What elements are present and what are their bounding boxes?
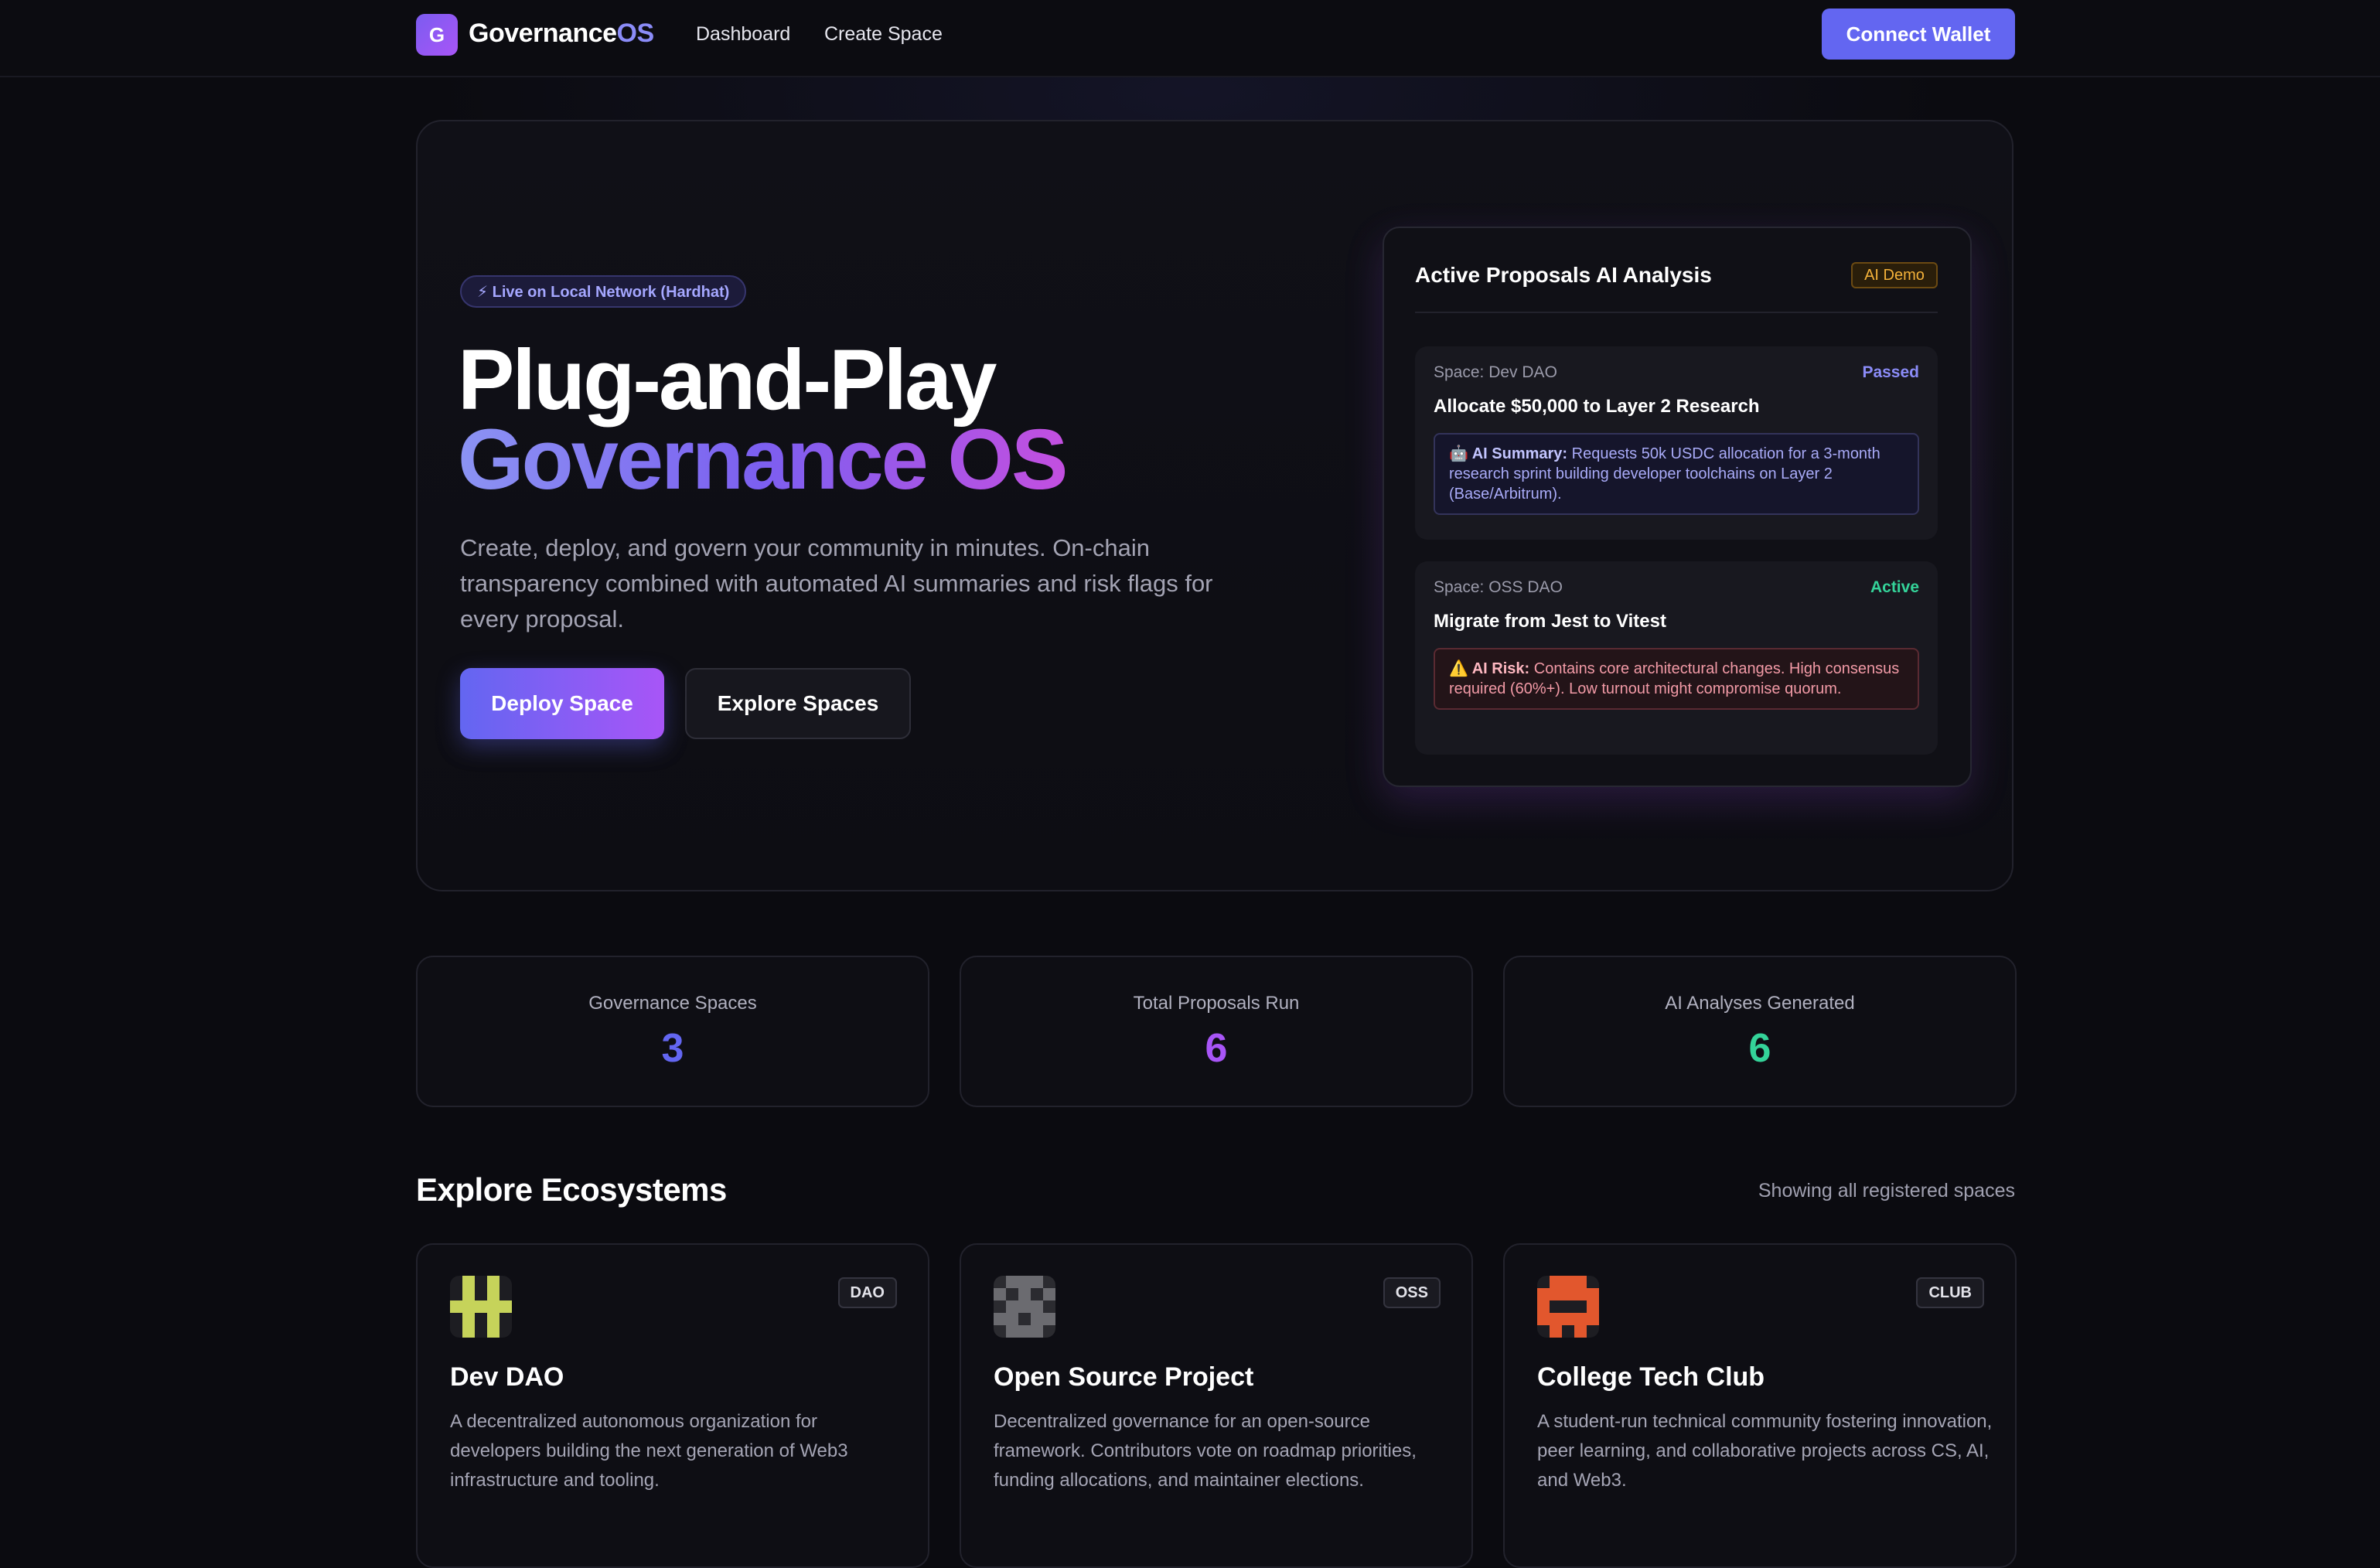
ai-risk-label: ⚠️ AI Risk:: [1449, 660, 1530, 677]
proposal-title: Migrate from Jest to Vitest: [1434, 611, 1666, 632]
space-name: College Tech Club: [1537, 1362, 1765, 1392]
ai-panel-title: Active Proposals AI Analysis: [1415, 263, 1712, 287]
connect-wallet-button[interactable]: Connect Wallet: [1822, 9, 2015, 60]
hero-title-line2: Governance OS: [458, 412, 1068, 507]
section-title: Explore Ecosystems: [416, 1171, 727, 1208]
nav-link-create-space[interactable]: Create Space: [824, 22, 943, 46]
proposal-space: Space: OSS DAO: [1434, 578, 1563, 596]
space-name: Dev DAO: [450, 1362, 564, 1392]
space-card-open-source[interactable]: OSS Open Source Project Decentralized go…: [960, 1243, 1473, 1568]
stat-label: Governance Spaces: [588, 993, 757, 1014]
proposal-card[interactable]: Space: OSS DAO Active Migrate from Jest …: [1415, 561, 1938, 755]
space-card-college-tech-club[interactable]: CLUB College Tech Club A student-run tec…: [1503, 1243, 2017, 1568]
ai-risk-box: ⚠️ AI Risk: Contains core architectural …: [1434, 648, 1919, 710]
space-description: A decentralized autonomous organization …: [450, 1411, 848, 1491]
stat-card-total-proposals: Total Proposals Run 6: [960, 956, 1473, 1107]
stat-card-ai-analyses: AI Analyses Generated 6: [1503, 956, 2017, 1107]
proposal-status: Passed: [1862, 363, 1919, 381]
space-card-dev-dao[interactable]: DAO Dev DAO A decentralized autonomous o…: [416, 1243, 929, 1568]
logo-icon[interactable]: G: [416, 14, 458, 56]
space-description: A student-run technical community foster…: [1537, 1411, 1993, 1491]
ai-summary-box: 🤖 AI Summary: Requests 50k USDC allocati…: [1434, 433, 1919, 515]
open-source-identicon-icon: [994, 1276, 1055, 1338]
ai-demo-badge: AI Demo: [1851, 262, 1938, 288]
divider: [1415, 312, 1938, 313]
space-name: Open Source Project: [994, 1362, 1254, 1392]
brand-main: Governance: [469, 19, 617, 48]
proposal-card[interactable]: Space: Dev DAO Passed Allocate $50,000 t…: [1415, 346, 1938, 540]
college-club-identicon-icon: [1537, 1276, 1599, 1338]
deploy-space-button[interactable]: Deploy Space: [460, 668, 664, 739]
stat-value: 3: [661, 1026, 684, 1071]
live-network-badge: ⚡ Live on Local Network (Hardhat): [460, 275, 747, 308]
space-description: Decentralized governance for an open-sou…: [994, 1411, 1417, 1491]
brand-name[interactable]: GovernanceOS: [469, 15, 654, 51]
ai-summary-label: 🤖 AI Summary:: [1449, 445, 1568, 462]
explore-spaces-button[interactable]: Explore Spaces: [685, 668, 911, 739]
brand-accent: OS: [616, 19, 655, 48]
stat-label: Total Proposals Run: [1133, 993, 1300, 1014]
nav-link-dashboard[interactable]: Dashboard: [696, 22, 790, 46]
proposal-title: Allocate $50,000 to Layer 2 Research: [1434, 396, 1760, 417]
stat-label: AI Analyses Generated: [1665, 993, 1855, 1014]
proposal-space: Space: Dev DAO: [1434, 363, 1557, 381]
proposal-status: Active: [1870, 578, 1919, 596]
space-type-badge: CLUB: [1916, 1277, 1984, 1308]
top-navbar: G GovernanceOS Dashboard Create Space Co…: [0, 0, 2380, 77]
hero-description: Create, deploy, and govern your communit…: [460, 534, 1213, 632]
stat-card-governance-spaces: Governance Spaces 3: [416, 956, 929, 1107]
space-type-badge: DAO: [837, 1277, 897, 1308]
dev-dao-identicon-icon: [450, 1276, 512, 1338]
section-subtitle: Showing all registered spaces: [1758, 1180, 2015, 1202]
stat-value: 6: [1205, 1026, 1228, 1071]
space-type-badge: OSS: [1383, 1277, 1441, 1308]
stat-value: 6: [1748, 1026, 1771, 1071]
